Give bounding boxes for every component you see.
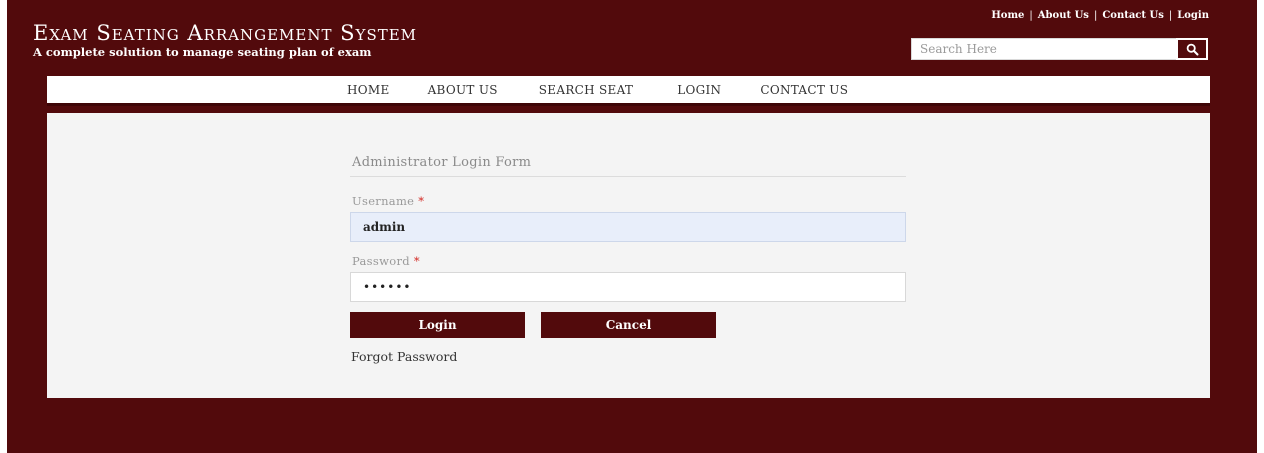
- top-link-contact-us[interactable]: Contact Us: [1102, 10, 1164, 21]
- password-field[interactable]: [350, 272, 906, 302]
- login-button[interactable]: Login: [350, 312, 525, 338]
- divider: |: [1029, 10, 1033, 21]
- password-label-text: Password: [352, 254, 410, 268]
- top-link-login[interactable]: Login: [1177, 10, 1209, 21]
- nav-item-contact-us[interactable]: CONTACT US: [760, 83, 848, 97]
- site-brand: Exam Seating Arrangement System A comple…: [33, 22, 417, 59]
- required-marker: *: [418, 194, 425, 208]
- site-subtitle: A complete solution to manage seating pl…: [33, 45, 372, 59]
- page-background: Exam Seating Arrangement System A comple…: [7, 0, 1257, 453]
- nav-item-about-us[interactable]: ABOUT US: [428, 83, 498, 97]
- top-link-home[interactable]: Home: [991, 10, 1024, 21]
- forgot-password-link[interactable]: Forgot Password: [351, 349, 457, 364]
- cancel-button[interactable]: Cancel: [541, 312, 716, 338]
- search-button[interactable]: [1176, 38, 1208, 60]
- divider: |: [1168, 10, 1173, 21]
- search-input[interactable]: [911, 38, 1176, 60]
- divider: [350, 176, 906, 177]
- form-title: Administrator Login Form: [352, 155, 532, 170]
- search-bar: [911, 38, 1208, 60]
- nav-item-search-seat[interactable]: SEARCH SEAT: [539, 83, 633, 97]
- main-nav: HOME ABOUT US SEARCH SEAT LOGIN CONTACT …: [47, 76, 1210, 106]
- nav-item-home[interactable]: HOME: [347, 83, 390, 97]
- username-field[interactable]: [350, 212, 906, 242]
- username-label-text: Username: [352, 194, 415, 208]
- required-marker: *: [413, 254, 420, 268]
- search-icon: [1186, 43, 1198, 55]
- nav-item-login[interactable]: LOGIN: [677, 83, 721, 97]
- login-panel: Administrator Login Form Username * Pass…: [47, 113, 1210, 398]
- password-label: Password *: [352, 254, 420, 268]
- divider: |: [1093, 10, 1098, 21]
- username-label: Username *: [352, 194, 424, 208]
- top-links: Home | About Us | Contact Us | Login: [991, 10, 1209, 21]
- site-title: Exam Seating Arrangement System: [33, 21, 418, 45]
- top-link-about-us[interactable]: About Us: [1038, 10, 1089, 21]
